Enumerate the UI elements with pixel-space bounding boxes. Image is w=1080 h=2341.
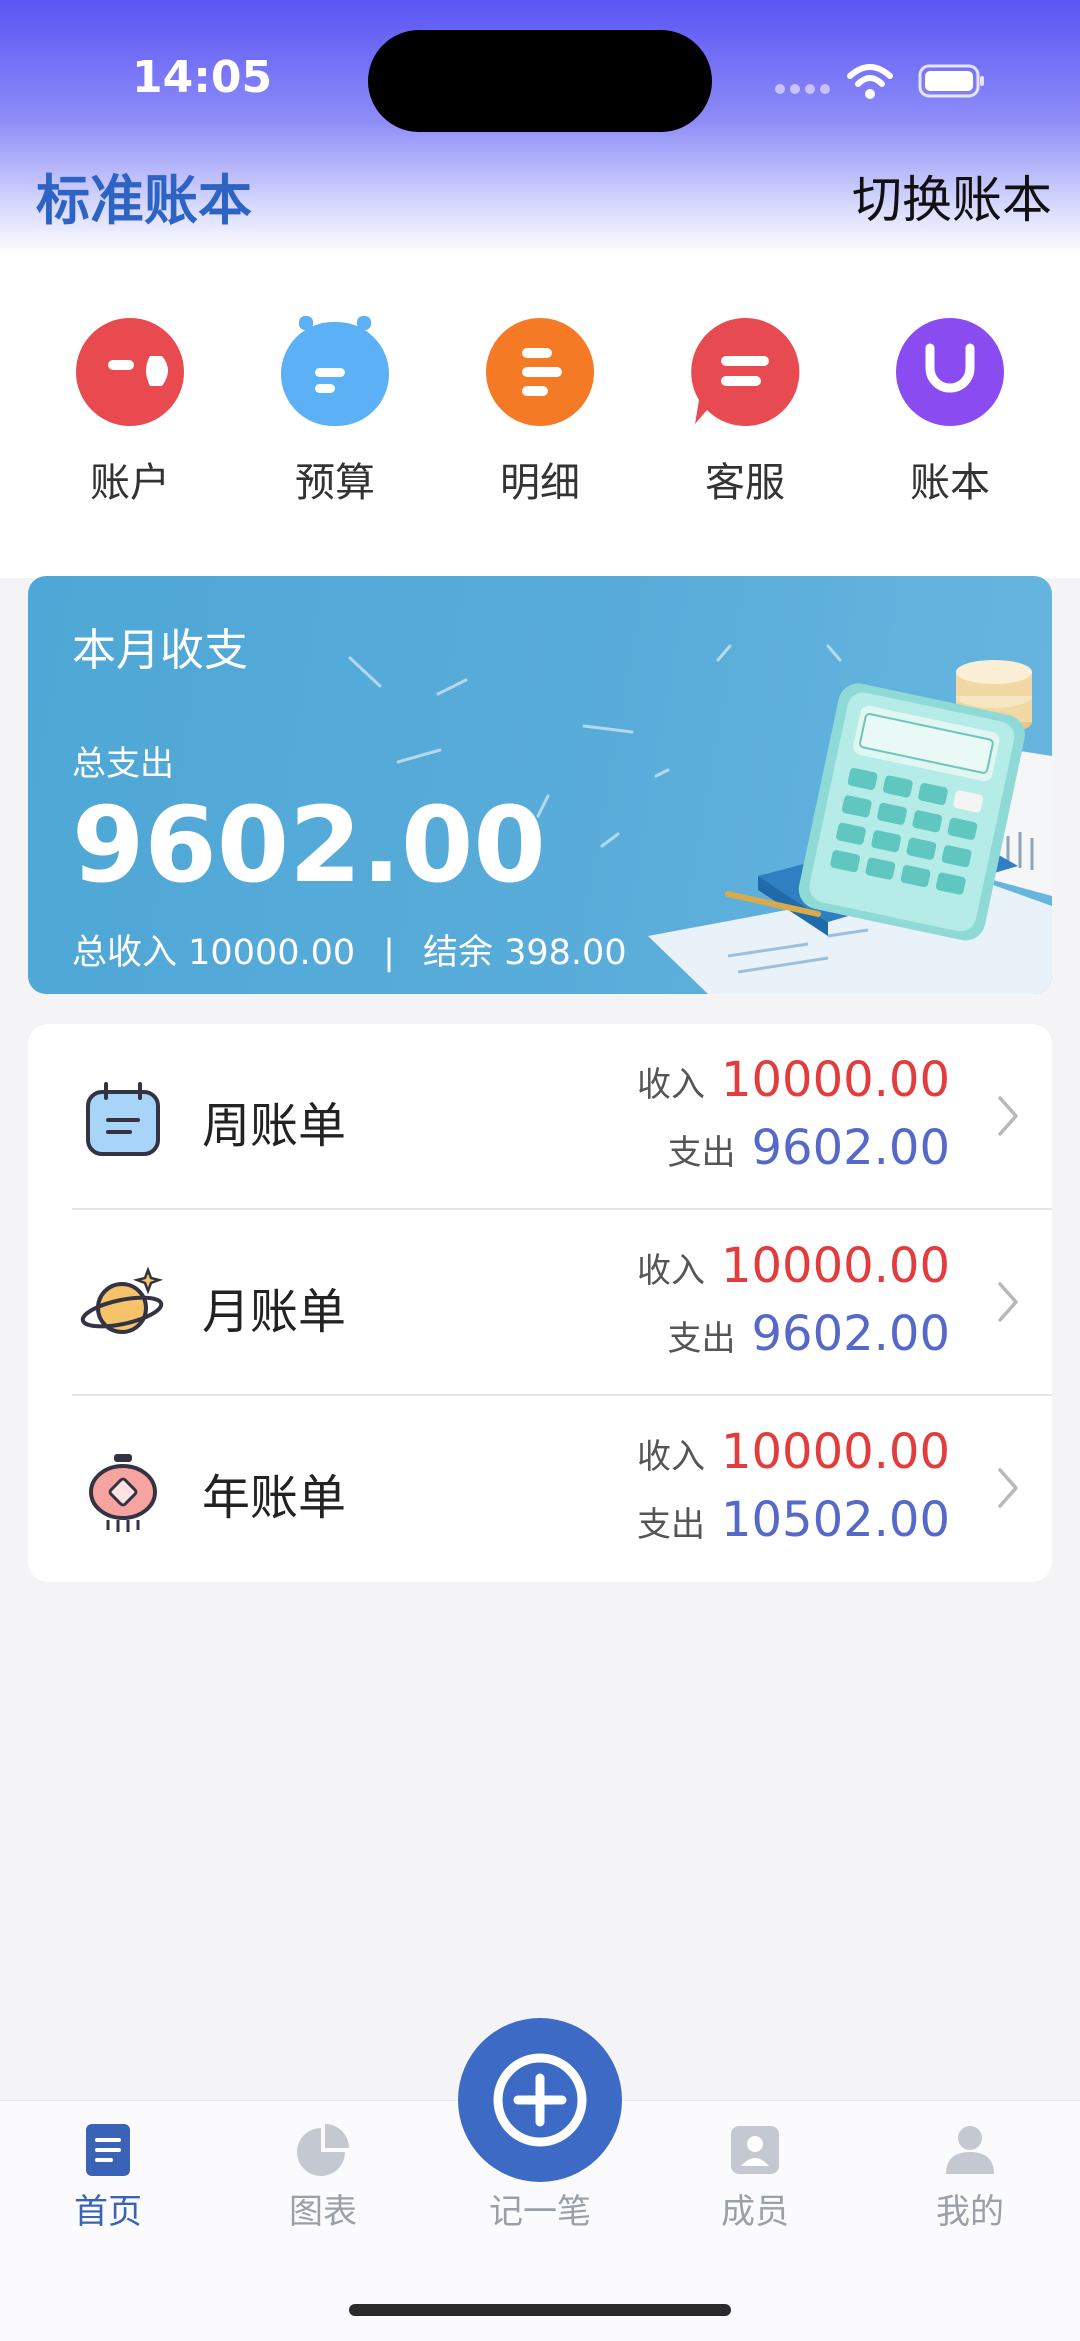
card-title: 本月收支 [72,625,248,676]
status-time: 14:05 [132,52,273,103]
bill-list: 周账单 收入 10000.00 支出 9602.00 月账单 收入 10000.00 … [28,1024,1052,1582]
quick-action-label: 预算 [295,460,375,506]
tab-charts[interactable]: 图表 [243,2122,403,2242]
book-icon [896,318,1004,426]
bill-income: 收入 10000.00 [637,1238,950,1294]
profile-icon [946,2126,994,2174]
switch-ledger-button[interactable]: 切换账本 [852,160,1052,232]
tab-label: 我的 [936,2192,1004,2232]
home-indicator [349,2304,731,2316]
bill-income: 收入 10000.00 [637,1052,950,1108]
planet-icon [80,1266,164,1334]
balance-label: 结余 [422,933,493,973]
bill-expense: 支出 9602.00 [668,1306,951,1362]
quick-action-label: 账本 [910,460,990,506]
income-label: 收入 [636,1437,705,1477]
total-expense-label: 总支出 [72,744,174,784]
monthly-summary-card[interactable]: 本月收支 总支出 9602.00 总收入 10000.00 | 结余 398.00 [28,576,1052,994]
budget-icon [281,316,389,426]
chevron-right-icon [998,1282,1018,1322]
quick-action-label: 明细 [500,460,580,506]
income-label: 收入 [636,1251,705,1291]
bill-name: 周账单 [202,1098,347,1154]
home-doc-icon [86,2124,130,2176]
quick-action-label: 客服 [705,460,785,506]
income-label: 收入 [636,1065,705,1105]
cellular-signal-icon [775,84,831,94]
plus-icon [493,2053,587,2147]
income-value: 10000.00 [720,1238,950,1294]
list-icon [486,318,594,426]
income-value: 10000.00 [720,1052,950,1108]
quick-action-support[interactable]: 客服 [680,312,810,512]
tab-label: 记一笔 [489,2192,591,2232]
bill-row-monthly[interactable]: 月账单 收入 10000.00 支出 9602.00 [28,1210,1052,1396]
balance-value: 398.00 [504,933,627,973]
quick-action-budget[interactable]: 预算 [270,312,400,512]
quick-action-ledger[interactable]: 账本 [885,312,1015,512]
battery-icon [918,64,984,98]
expense-label: 支出 [667,1319,736,1359]
calendar-icon [86,1082,160,1156]
expense-value: 9602.00 [751,1306,951,1362]
tab-label: 成员 [721,2192,789,2232]
chat-icon [691,317,800,426]
expense-label: 支出 [667,1133,736,1173]
dynamic-island [368,30,712,132]
bill-name: 月账单 [202,1284,347,1340]
pie-chart-icon [297,2124,349,2176]
chevron-right-icon [998,1468,1018,1508]
add-record-button[interactable] [458,2018,622,2182]
member-icon [731,2126,779,2174]
tab-profile[interactable]: 我的 [890,2122,1050,2242]
expense-label: 支出 [636,1505,705,1545]
income-balance-line: 总收入 10000.00 | 结余 398.00 [72,924,627,975]
bill-row-weekly[interactable]: 周账单 收入 10000.00 支出 9602.00 [28,1024,1052,1210]
bill-row-yearly[interactable]: 年账单 收入 10000.00 支出 10502.00 [28,1396,1052,1582]
expense-value: 9602.00 [751,1120,951,1176]
bill-expense: 支出 9602.00 [668,1120,951,1176]
bill-name: 年账单 [202,1470,347,1526]
tab-label: 首页 [74,2192,142,2232]
bill-expense: 支出 10502.00 [637,1492,950,1548]
income-value: 10000.00 [720,1424,950,1480]
expense-value: 10502.00 [720,1492,950,1548]
total-income-value: 10000.00 [188,933,356,973]
ledger-title: 标准账本 [36,169,252,232]
tab-label: 图表 [289,2192,357,2232]
lantern-icon [89,1454,157,1532]
wallet-icon [76,318,184,426]
quick-action-account[interactable]: 账户 [65,312,195,512]
total-expense-value: 9602.00 [72,784,546,906]
total-income-label: 总收入 [72,933,178,973]
separator: | [383,933,395,973]
tab-home[interactable]: 首页 [28,2122,188,2242]
tab-members[interactable]: 成员 [675,2122,835,2242]
wifi-icon [847,64,893,99]
quick-action-label: 账户 [90,460,170,506]
chevron-right-icon [998,1096,1018,1136]
bill-income: 收入 10000.00 [637,1424,950,1480]
quick-action-details[interactable]: 明细 [475,312,605,512]
